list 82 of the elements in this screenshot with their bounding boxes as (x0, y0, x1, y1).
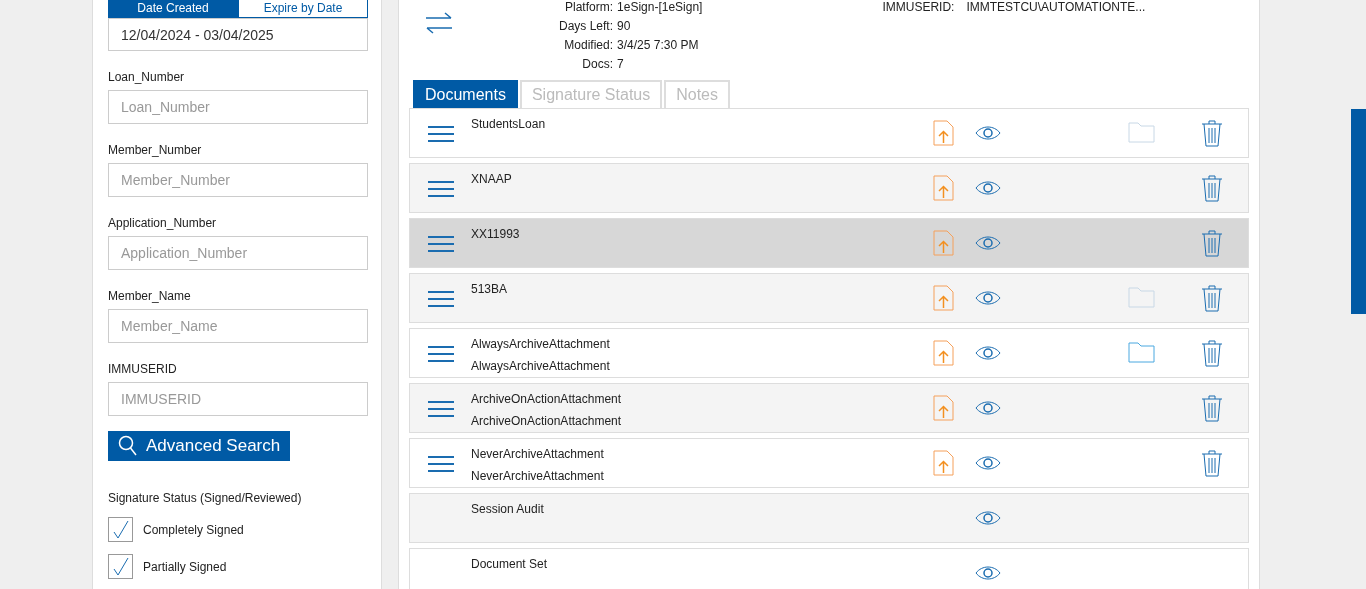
file-upload-icon[interactable] (932, 175, 954, 201)
eye-icon[interactable] (975, 290, 1001, 306)
menu-icon[interactable] (427, 125, 454, 143)
field-label: Member_Name (108, 289, 192, 303)
document-name: 513BA (471, 282, 509, 296)
document-name: Document Set (471, 557, 549, 571)
document-name: NeverArchiveAttachment (471, 447, 605, 461)
document-row[interactable]: NeverArchiveAttachment NeverArchiveAttachment (409, 438, 1249, 488)
document-name: AlwaysArchiveAttachment (471, 337, 611, 351)
detail-label: Docs: (581, 57, 614, 71)
checkbox-label: Partially Signed (143, 559, 227, 574)
eye-icon[interactable] (975, 400, 1001, 416)
document-name: Session Audit (471, 502, 545, 516)
document-row[interactable]: 513BA (409, 273, 1249, 323)
file-upload-icon[interactable] (932, 395, 954, 421)
document-row[interactable]: Document Set (409, 548, 1249, 589)
detail-label: Days Left: (559, 19, 614, 33)
document-row[interactable]: XX11993 (409, 218, 1249, 268)
file-upload-icon[interactable] (932, 120, 954, 146)
eye-icon[interactable] (975, 345, 1001, 361)
menu-icon[interactable] (427, 180, 454, 198)
date-tab[interactable]: Date Created (108, 0, 238, 18)
menu-icon[interactable] (427, 290, 454, 308)
eye-icon[interactable] (975, 125, 1001, 141)
document-row[interactable]: StudentsLoan (409, 108, 1249, 158)
document-name: XNAAP (471, 172, 513, 186)
document-name: ArchiveOnActionAttachment (471, 392, 623, 406)
section-title: Signature Status (Signed/Reviewed) (108, 491, 303, 505)
field-label: Member_Number (108, 143, 203, 157)
tab[interactable]: Documents (413, 80, 518, 108)
date-range-field[interactable]: 12/04/2024 - 03/04/2025 (108, 18, 368, 51)
trash-icon[interactable] (1201, 450, 1223, 477)
trash-icon[interactable] (1201, 120, 1223, 147)
search-icon (118, 435, 138, 457)
input-field[interactable]: Application_Number (108, 236, 368, 270)
file-upload-icon[interactable] (932, 450, 954, 476)
swap-icon[interactable] (425, 12, 453, 34)
file-upload-icon[interactable] (932, 340, 954, 366)
input-field[interactable]: IMMUSERID (108, 382, 368, 416)
document-name: ArchiveOnActionAttachment (471, 414, 623, 428)
detail-value: IMMTESTCU\AUTOMATIONTE... (966, 0, 1146, 14)
checkbox-label: Completely Signed (143, 522, 244, 537)
document-name: XX11993 (471, 227, 521, 241)
trash-icon[interactable] (1201, 175, 1223, 202)
advanced-search-button[interactable]: Advanced Search (108, 431, 291, 461)
detail-label: Modified: (563, 38, 614, 52)
detail-value: 1eSign-[1eSign] (617, 0, 703, 14)
document-row[interactable]: Session Audit (409, 493, 1249, 543)
document-name: AlwaysArchiveAttachment (471, 359, 611, 373)
field-label: Loan_Number (108, 70, 186, 84)
input-field[interactable]: Member_Number (108, 163, 368, 197)
document-row[interactable]: AlwaysArchiveAttachment AlwaysArchiveAttachment (409, 328, 1249, 378)
eye-icon[interactable] (975, 455, 1001, 471)
trash-icon[interactable] (1201, 230, 1223, 257)
trash-icon[interactable] (1201, 340, 1223, 367)
eye-icon[interactable] (975, 565, 1001, 581)
date-tab[interactable]: Expire by Date (238, 0, 368, 18)
detail-value: 3/4/25 7:30 PM (617, 38, 700, 52)
detail-value: 7 (617, 57, 625, 71)
field-label: Application_Number (108, 216, 218, 230)
detail-label: IMMUSERID: (882, 0, 955, 14)
trash-icon[interactable] (1201, 285, 1223, 312)
checkbox[interactable] (108, 517, 133, 542)
eye-icon[interactable] (975, 510, 1001, 526)
detail-value: 90 (617, 19, 632, 33)
menu-icon[interactable] (427, 455, 454, 473)
field-label: IMMUSERID (108, 362, 178, 376)
document-name: NeverArchiveAttachment (471, 469, 605, 483)
input-field[interactable]: Member_Name (108, 309, 368, 343)
eye-icon[interactable] (975, 180, 1001, 196)
checkbox[interactable] (108, 554, 133, 579)
document-row[interactable]: XNAAP (409, 163, 1249, 213)
eye-icon[interactable] (975, 235, 1001, 251)
document-name: StudentsLoan (471, 117, 547, 131)
detail-label: Platform: (564, 0, 614, 14)
document-row[interactable]: ArchiveOnActionAttachment ArchiveOnActionAttachment (409, 383, 1249, 433)
menu-icon[interactable] (427, 235, 454, 253)
trash-icon[interactable] (1201, 395, 1223, 422)
menu-icon[interactable] (427, 345, 454, 363)
input-field[interactable]: Loan_Number (108, 90, 368, 124)
file-upload-icon[interactable] (932, 285, 954, 311)
menu-icon[interactable] (427, 400, 454, 418)
